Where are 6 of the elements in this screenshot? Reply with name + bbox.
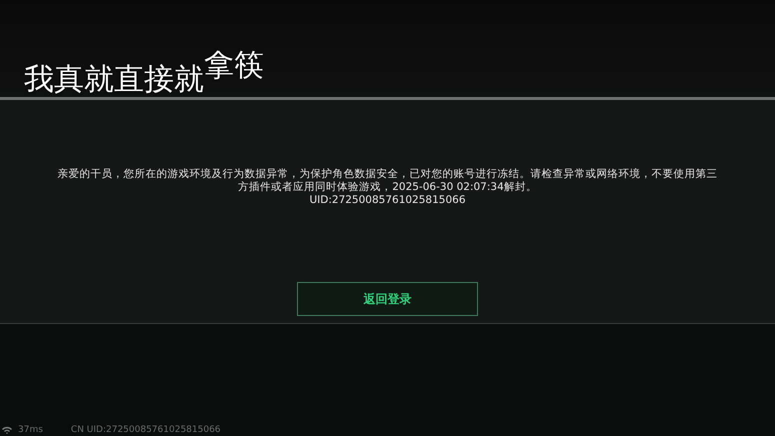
uid-text: UID:27250085761025815066: [309, 194, 466, 207]
message-text: 亲爱的干员，您所在的游戏环境及行为数据异常，为保护角色数据安全，已对您的账号进行冻结。请检查异常或网络环境，不要使用第三方插件或者应用同时体验游戏，2025-06-30 02:07:34解封。: [56, 168, 718, 194]
wifi-icon: [2, 426, 12, 434]
ping-text: 37ms: [18, 425, 43, 435]
uid-text: CN UID:27250085761025815066: [70, 425, 221, 435]
return-login-button[interactable]: 返回登录: [297, 282, 478, 316]
